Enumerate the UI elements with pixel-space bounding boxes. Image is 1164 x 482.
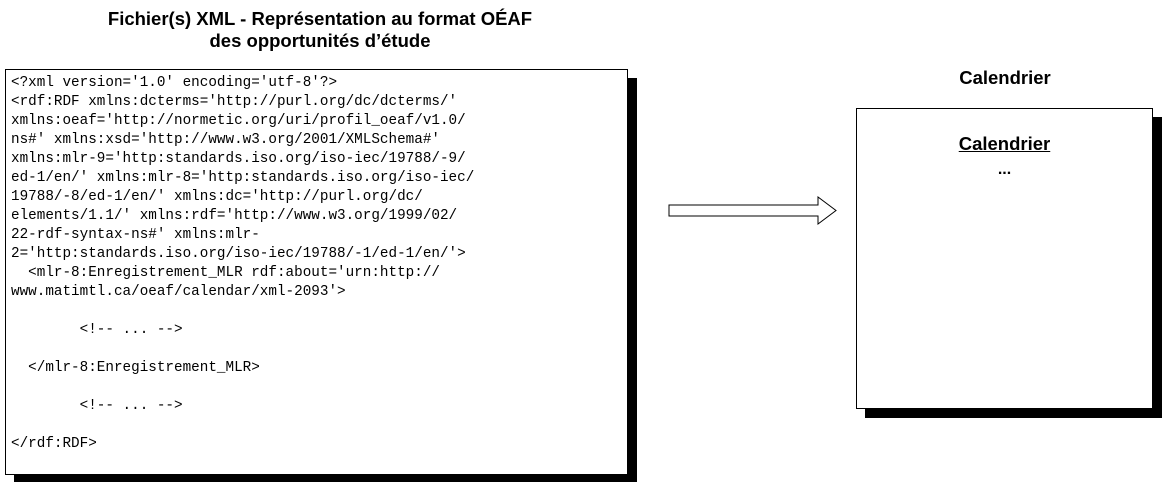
xml-code-box: <?xml version='1.0' encoding='utf-8'?> <…: [5, 69, 628, 475]
xml-line: </mlr-8:Enregistrement_MLR>: [11, 360, 260, 376]
xml-line: <?xml version='1.0' encoding='utf-8'?>: [11, 75, 338, 91]
xml-line: <!-- ... -->: [11, 322, 183, 338]
calendar-panel-title: Calendrier: [959, 67, 1051, 88]
xml-line: <mlr-8:Enregistrement_MLR rdf:about='urn…: [11, 265, 440, 281]
xml-line: <rdf:RDF xmlns:dcterms='http://purl.org/…: [11, 94, 458, 110]
xml-code-block: <?xml version='1.0' encoding='utf-8'?> <…: [6, 70, 627, 454]
xml-line: ed-1/en/' xmlns:mlr-8='http:standards.is…: [11, 170, 475, 186]
xml-line: www.matimtl.ca/oeaf/calendar/xml-2093'>: [11, 284, 346, 300]
xml-line: 19788/-8/ed-1/en/' xmlns:dc='http://purl…: [11, 189, 423, 205]
calendar-content: ...: [997, 161, 1012, 178]
xml-line: 2='http:standards.iso.org/iso-iec/19788/…: [11, 246, 466, 262]
xml-panel-title-line2: des opportunités d’étude: [209, 30, 431, 51]
xml-line: </rdf:RDF>: [11, 436, 97, 452]
xml-line: elements/1.1/' xmlns:rdf='http://www.w3.…: [11, 208, 458, 224]
xml-panel-title-line1: Fichier(s) XML - Représentation au forma…: [107, 8, 533, 29]
calendar-box: Calendrier ...: [856, 108, 1153, 409]
calendar-heading: Calendrier: [958, 133, 1051, 154]
xml-line: 22-rdf-syntax-ns#' xmlns:mlr-: [11, 227, 260, 243]
xml-line: ns#' xmlns:xsd='http://www.w3.org/2001/X…: [11, 132, 440, 148]
xml-line: xmlns:mlr-9='http:standards.iso.org/iso-…: [11, 151, 466, 167]
xml-panel-title: Fichier(s) XML - Représentation au forma…: [0, 8, 640, 52]
right-arrow-icon: [668, 196, 837, 225]
xml-line: xmlns:oeaf='http://normetic.org/uri/prof…: [11, 113, 466, 129]
xml-line: <!-- ... -->: [11, 398, 183, 414]
